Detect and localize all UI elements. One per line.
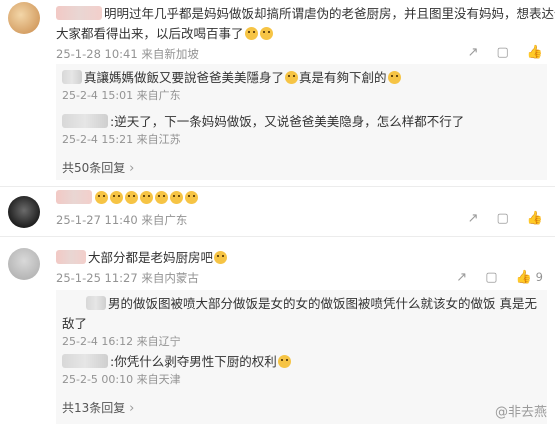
emoji-icon: [285, 71, 299, 84]
share-button[interactable]: ↗: [468, 212, 479, 225]
reply-meta: 25-2-4 16:12 来自辽宁: [62, 335, 181, 348]
emoji-icon: [277, 355, 291, 368]
username-blurred[interactable]: [62, 354, 108, 368]
username-blurred[interactable]: [56, 250, 86, 264]
emoji-icon: [110, 191, 123, 204]
username-blurred[interactable]: [56, 6, 102, 20]
share-icon: ↗: [456, 269, 468, 285]
comment-actions: ↗ ▢ 👍 9: [456, 270, 543, 284]
reply-box: 真讓媽媽做飯又要說爸爸美美隱身了 真是有夠下創的 25-2-4 15:01 来自广…: [56, 64, 547, 180]
comment-button[interactable]: ▢: [497, 46, 509, 59]
divider: [0, 236, 555, 237]
share-button[interactable]: ↗: [456, 271, 467, 284]
comment-meta: 25-1-25 11:27 来自内蒙古: [56, 271, 199, 285]
divider: [0, 186, 555, 187]
username-blurred[interactable]: [62, 114, 108, 128]
username-blurred[interactable]: [62, 70, 82, 84]
watermark: @非去燕: [494, 405, 547, 420]
chevron-right-icon: ›: [129, 401, 135, 416]
like-icon: 👍: [515, 269, 532, 285]
like-button[interactable]: 👍 9: [515, 270, 543, 284]
share-button[interactable]: ↗: [468, 46, 479, 59]
username-blurred[interactable]: [56, 190, 92, 204]
share-icon: ↗: [467, 211, 479, 226]
chevron-right-icon: ›: [129, 161, 135, 176]
username-blurred[interactable]: [86, 296, 106, 310]
reply-text: 真讓媽媽做飯又要說爸爸美美隱身了 真是有夠下創的: [62, 68, 541, 88]
avatar[interactable]: [8, 196, 40, 228]
comment-text: [56, 188, 547, 208]
comment-actions: ↗ ▢ 👍: [468, 46, 543, 59]
emoji-icon: [244, 27, 258, 40]
reply-text: :你凭什么剥夺男性下厨的权利: [62, 352, 541, 372]
more-replies-link[interactable]: 共13条回复 ›: [62, 400, 134, 416]
comment-text: 大部分都是老妈厨房吧: [56, 248, 547, 268]
comment-text-continued: 大家都看得出来，以后改喝百事了: [56, 24, 547, 44]
reply-item: :逆天了，下一条妈妈做饭，又说爸爸美美隐身，怎么样都不行了 25-2-4 15:…: [62, 112, 541, 148]
emoji-icon: [387, 71, 401, 84]
reply-meta: 25-2-4 15:21 来自江苏: [62, 133, 181, 146]
like-icon: 👍: [526, 45, 543, 60]
like-button[interactable]: 👍: [527, 212, 543, 225]
emoji-icon: [155, 191, 168, 204]
emoji-icon: [185, 191, 198, 204]
reply-text: :逆天了，下一条妈妈做饭，又说爸爸美美隐身，怎么样都不行了: [62, 112, 541, 132]
avatar[interactable]: [8, 248, 40, 280]
comment-text: 明明过年几乎都是妈妈做饭却搞所谓虐伪的老爸厨房，并且图里没有妈妈，想表达什么: [56, 4, 555, 24]
emoji-icon: [125, 191, 138, 204]
avatar[interactable]: [8, 2, 40, 34]
emoji-icon: [170, 191, 183, 204]
emoji-icon: [214, 251, 228, 264]
like-button[interactable]: 👍: [527, 46, 543, 59]
comment-icon: ▢: [496, 211, 509, 226]
comment-icon: ▢: [496, 45, 509, 60]
share-icon: ↗: [467, 45, 479, 60]
emoji-icon: [259, 27, 273, 40]
comment-button[interactable]: ▢: [497, 212, 509, 225]
reply-item: 男的做饭图被喷大部分做饭是女的女的做饭图被喷凭什么就该女的做饭 真是无敌了 25…: [62, 294, 541, 350]
like-icon: 👍: [526, 211, 543, 226]
emoji-icon: [140, 191, 153, 204]
emoji-icon: [95, 191, 108, 204]
like-count: 9: [535, 270, 543, 284]
comment-meta: 25-1-27 11:40 来自广东: [56, 213, 188, 227]
more-replies-link[interactable]: 共50条回复 ›: [62, 160, 134, 176]
reply-item: 真讓媽媽做飯又要說爸爸美美隱身了 真是有夠下創的 25-2-4 15:01 来自广…: [62, 68, 541, 104]
comment-button[interactable]: ▢: [485, 271, 497, 284]
comment-meta: 25-1-28 10:41 来自新加坡: [56, 47, 199, 61]
reply-meta: 25-2-5 00:10 来自天津: [62, 373, 181, 386]
reply-box: 男的做饭图被喷大部分做饭是女的女的做饭图被喷凭什么就该女的做饭 真是无敌了 25…: [56, 290, 547, 424]
reply-item: :你凭什么剥夺男性下厨的权利 25-2-5 00:10 来自天津: [62, 352, 541, 388]
comment-actions: ↗ ▢ 👍: [468, 212, 543, 225]
comment-icon: ▢: [485, 269, 498, 285]
reply-meta: 25-2-4 15:01 来自广东: [62, 89, 181, 102]
reply-text: 男的做饭图被喷大部分做饭是女的女的做饭图被喷凭什么就该女的做饭 真是无敌了: [62, 296, 537, 331]
